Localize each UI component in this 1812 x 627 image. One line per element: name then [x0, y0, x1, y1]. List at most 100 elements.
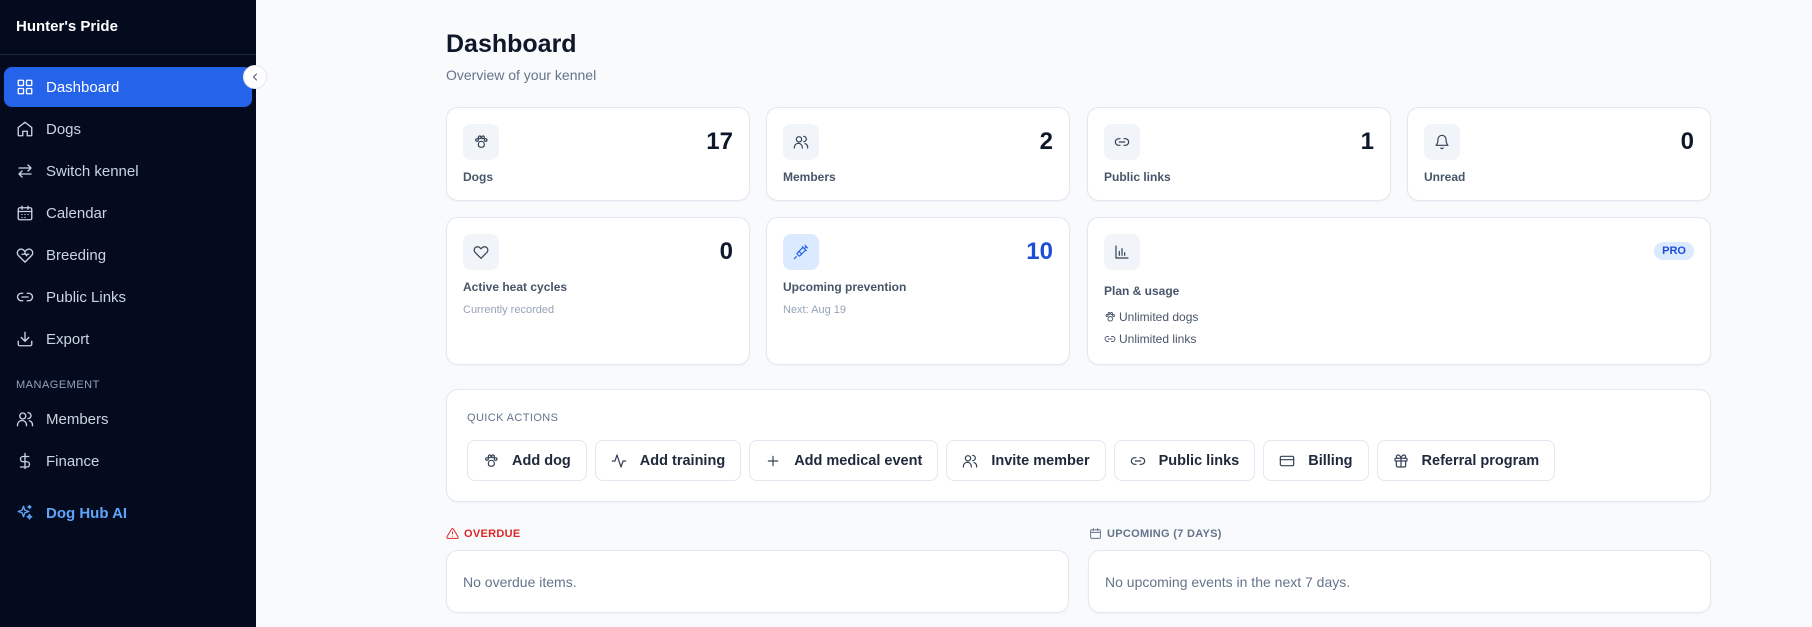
stat-label: Public links — [1104, 170, 1171, 184]
button-label: Invite member — [991, 452, 1090, 469]
sidebar-section-management: MANAGEMENT — [16, 379, 100, 391]
referral-program-button[interactable]: Referral program — [1376, 440, 1556, 481]
upcoming-panel: No upcoming events in the next 7 days. — [1088, 550, 1711, 613]
heart-icon — [463, 234, 499, 270]
plan-line-text: Unlimited dogs — [1119, 310, 1199, 324]
sidebar-item-finance[interactable]: Finance — [4, 441, 252, 481]
paw-icon — [1105, 312, 1115, 322]
stat-sub: Next: Aug 19 — [783, 304, 846, 316]
upcoming-empty-text: No upcoming events in the next 7 days. — [1105, 574, 1351, 590]
sidebar-item-switch-kennel[interactable]: Switch kennel — [4, 151, 252, 191]
plan-usage-card[interactable]: PRO Plan & usage Unlimited dogs Unlimite… — [1087, 217, 1711, 365]
sidebar-item-label: Calendar — [46, 204, 107, 222]
activity-icon — [611, 453, 627, 468]
invite-member-button[interactable]: Invite member — [946, 440, 1106, 481]
collapse-sidebar-button[interactable] — [243, 65, 267, 89]
upcoming-heading: UPCOMING (7 DAYS) — [1089, 527, 1222, 540]
alert-triangle-icon — [446, 528, 459, 539]
stat-sub: Currently recorded — [463, 304, 555, 316]
users-icon — [783, 124, 819, 160]
dollar-icon — [16, 452, 34, 470]
sidebar-item-members[interactable]: Members — [4, 399, 252, 439]
add-dog-button[interactable]: Add dog — [467, 440, 587, 481]
sidebar-item-label: Dogs — [46, 120, 82, 138]
paw-icon — [463, 124, 499, 160]
link-icon — [16, 288, 34, 306]
add-medical-event-button[interactable]: Add medical event — [749, 440, 939, 481]
sidebar-item-export[interactable]: Export — [4, 319, 252, 359]
calendar-icon — [1090, 528, 1101, 539]
button-label: Referral program — [1421, 452, 1540, 469]
plus-icon — [767, 455, 779, 466]
switch-icon — [16, 162, 34, 180]
button-label: Public links — [1158, 452, 1240, 469]
sidebar-item-label: Dashboard — [46, 78, 120, 96]
page-title: Dashboard — [446, 30, 577, 58]
stat-card-upcoming-prevention[interactable]: 10 Upcoming prevention Next: Aug 19 — [766, 217, 1070, 365]
stat-card-dogs[interactable]: 17 Dogs — [446, 107, 750, 201]
home-icon — [16, 120, 34, 138]
syringe-icon — [783, 234, 819, 270]
plan-line-text: Unlimited links — [1119, 332, 1197, 346]
stat-label: Dogs — [463, 170, 493, 184]
credit-card-icon — [1279, 455, 1295, 466]
overdue-panel: No overdue items. — [446, 550, 1069, 613]
sidebar-item-public-links[interactable]: Public Links — [4, 277, 252, 317]
grid-icon — [16, 78, 34, 96]
stat-label: Members — [783, 170, 836, 184]
users-icon — [963, 454, 978, 468]
sidebar-item-breeding[interactable]: Breeding — [4, 235, 252, 275]
bell-icon — [1424, 124, 1460, 160]
plan-title: Plan & usage — [1104, 284, 1180, 298]
billing-button[interactable]: Billing — [1263, 440, 1369, 481]
public-links-button[interactable]: Public links — [1113, 440, 1256, 481]
overdue-title: OVERDUE — [464, 527, 521, 540]
button-label: Add dog — [512, 452, 571, 469]
stat-card-heat-cycles[interactable]: 0 Active heat cycles Currently recorded — [446, 217, 750, 365]
button-label: Add medical event — [794, 452, 923, 469]
link-icon — [1104, 124, 1140, 160]
sidebar-item-label: Members — [46, 410, 109, 428]
overdue-heading: OVERDUE — [446, 527, 521, 540]
sidebar-item-label: Breeding — [46, 246, 107, 264]
sidebar-item-dashboard[interactable]: Dashboard — [4, 67, 252, 107]
gift-icon — [1393, 453, 1408, 468]
button-label: Add training — [639, 452, 726, 469]
paw-icon — [485, 453, 498, 467]
chevron-left-icon — [253, 73, 257, 81]
stat-value: 2 — [1039, 128, 1053, 155]
stat-card-unread[interactable]: 0 Unread — [1407, 107, 1711, 201]
quick-actions-row: Add dog Add training Add medical event I… — [467, 440, 1556, 481]
sidebar-item-dog-hub-ai[interactable]: Dog Hub AI — [4, 493, 252, 533]
users-icon — [16, 410, 34, 428]
add-training-button[interactable]: Add training — [594, 440, 742, 481]
stat-value: 0 — [1680, 128, 1694, 155]
calendar-icon — [16, 204, 34, 222]
page-subtitle: Overview of your kennel — [446, 67, 597, 83]
stat-value: 1 — [1360, 128, 1374, 155]
download-icon — [16, 330, 34, 348]
overdue-empty-text: No overdue items. — [463, 574, 577, 590]
sparkles-icon — [16, 504, 34, 522]
sidebar-item-label: Switch kennel — [46, 162, 139, 180]
stat-card-public-links[interactable]: 1 Public links — [1087, 107, 1391, 201]
sidebar-item-calendar[interactable]: Calendar — [4, 193, 252, 233]
quick-actions-card: QUICK ACTIONS Add dog Add training Add m… — [446, 389, 1711, 502]
sidebar-item-dogs[interactable]: Dogs — [4, 109, 252, 149]
sidebar-item-label: Public Links — [46, 288, 127, 306]
sidebar: Hunter's Pride Dashboard Dogs Switch ken… — [0, 0, 256, 627]
plan-badge: PRO — [1654, 242, 1694, 260]
stat-value: 10 — [1026, 238, 1053, 265]
sidebar-item-label: Finance — [46, 452, 100, 470]
stat-label: Upcoming prevention — [783, 280, 907, 294]
upcoming-title: UPCOMING (7 DAYS) — [1107, 527, 1222, 540]
quick-actions-title: QUICK ACTIONS — [467, 412, 559, 424]
bar-chart-icon — [1104, 234, 1140, 270]
stat-label: Active heat cycles — [463, 280, 568, 294]
stat-label: Unread — [1424, 170, 1466, 184]
kennel-name: Hunter's Pride — [0, 0, 256, 55]
stat-card-members[interactable]: 2 Members — [766, 107, 1070, 201]
button-label: Billing — [1308, 452, 1353, 469]
stat-value: 17 — [706, 128, 733, 155]
sidebar-item-label: Export — [46, 330, 90, 348]
